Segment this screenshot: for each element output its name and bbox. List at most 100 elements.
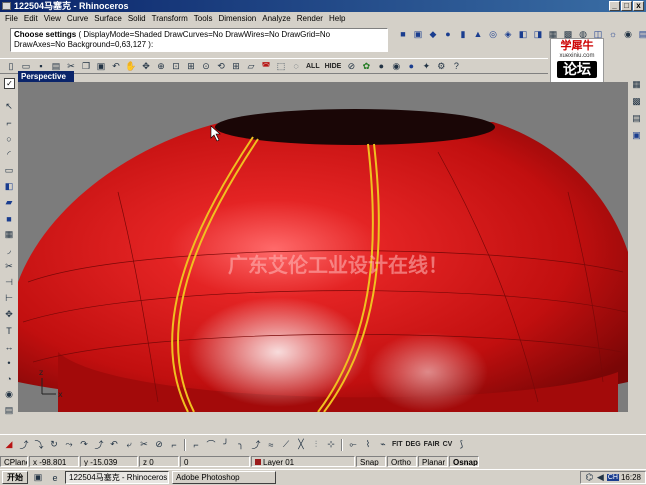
color-wheel-icon[interactable]: ✿ xyxy=(359,60,373,73)
cone-icon[interactable]: ▲ xyxy=(471,28,485,41)
select-icon[interactable]: ⬚ xyxy=(274,60,288,73)
boolean-intersect-icon[interactable]: ◨ xyxy=(531,28,545,41)
text-tool-icon[interactable]: T xyxy=(2,324,16,337)
start-button[interactable]: 开始 xyxy=(2,471,28,484)
curve-tool-10-icon[interactable]: ✂ xyxy=(137,438,151,451)
surface-icon[interactable]: ◧ xyxy=(2,180,16,193)
quicklaunch-ie-icon[interactable]: e xyxy=(48,471,62,484)
rectangle-icon[interactable]: ▭ xyxy=(2,164,16,177)
quicklaunch-desktop-icon[interactable]: ▣ xyxy=(31,471,45,484)
status-layer[interactable]: Layer 01 xyxy=(251,455,355,467)
layer-tool-icon[interactable]: ▤ xyxy=(2,404,16,417)
curve-tool-12-icon[interactable]: ⌐ xyxy=(167,438,181,451)
view-top-icon[interactable]: ▣ xyxy=(630,129,644,142)
cube-view-icon[interactable]: ■ xyxy=(396,28,410,41)
curve-tool-4-icon[interactable]: ↻ xyxy=(47,438,61,451)
split-curve-icon[interactable]: ╳ xyxy=(294,438,308,451)
cplane-icon[interactable]: ▱ xyxy=(244,60,258,73)
deselect-icon[interactable]: ◌ xyxy=(289,60,303,73)
fit-curve-button[interactable]: FIT xyxy=(391,441,404,448)
rebuild-icon[interactable]: ⌁ xyxy=(376,438,390,451)
join-curve-icon[interactable]: ⫶ xyxy=(309,438,323,451)
menu-edit[interactable]: Edit xyxy=(21,12,41,25)
offset-icon[interactable]: ⌒ xyxy=(204,438,218,451)
curve-tool-3-icon[interactable]: ⤵ xyxy=(32,438,46,451)
solid-icon[interactable]: ◆ xyxy=(426,28,440,41)
undo-icon[interactable]: ↶ xyxy=(109,60,123,73)
cylinder-icon[interactable]: ▮ xyxy=(456,28,470,41)
paste-icon[interactable]: ▣ xyxy=(94,60,108,73)
blend-icon[interactable]: ⌐ xyxy=(189,438,203,451)
materials-icon[interactable]: ✦ xyxy=(419,60,433,73)
edit-points-icon[interactable]: ▩ xyxy=(630,95,644,108)
grid-toggle-icon[interactable]: ▤ xyxy=(630,112,644,125)
rhino-app-icon[interactable] xyxy=(2,2,11,10)
taskbar-photoshop[interactable]: Adobe Photoshop xyxy=(172,471,276,484)
curve-tool-8-icon[interactable]: ↶ xyxy=(107,438,121,451)
curve-tool-9-icon[interactable]: ⤶ xyxy=(122,438,136,451)
mesh-tool-icon[interactable]: ▦ xyxy=(2,228,16,241)
point-icon[interactable]: • xyxy=(2,356,16,369)
rotate-view-icon[interactable]: ✥ xyxy=(139,60,153,73)
points-on-icon[interactable]: ▦ xyxy=(630,78,644,91)
zoom-window-icon[interactable]: ⊡ xyxy=(169,60,183,73)
trim-icon[interactable]: ✂ xyxy=(2,260,16,273)
snap-toggle[interactable]: Snap xyxy=(356,455,386,467)
zoom-selected-icon[interactable]: ⊙ xyxy=(199,60,213,73)
zoom-icon[interactable]: ⊕ xyxy=(154,60,168,73)
change-degree-button[interactable]: DEG xyxy=(405,441,422,448)
polyline-icon[interactable]: ⌐ xyxy=(2,116,16,129)
curve-tool-1-icon[interactable]: ◢ xyxy=(2,438,16,451)
panel-icon[interactable]: ▤ xyxy=(636,28,646,41)
curve-tool-5-icon[interactable]: ⤳ xyxy=(62,438,76,451)
fair-button[interactable]: FAIR xyxy=(423,441,441,448)
connect-icon[interactable]: ≈ xyxy=(264,438,278,451)
taskbar-rhinoceros[interactable]: 122504马塞克 - Rhinoceros xyxy=(65,471,169,484)
command-history[interactable]: Choose settings ( DisplayMode=Shaded Dra… xyxy=(10,28,388,52)
ime-indicator[interactable]: CH xyxy=(606,474,619,481)
options-icon[interactable]: ⚙ xyxy=(434,60,448,73)
dimension-icon[interactable]: ↔ xyxy=(2,340,16,353)
torus-icon[interactable]: ◎ xyxy=(486,28,500,41)
car-icon[interactable]: ◚ xyxy=(259,60,273,73)
tray-volume-icon[interactable]: ◀ xyxy=(596,471,605,484)
sphere-icon[interactable]: ● xyxy=(441,28,455,41)
menu-tools[interactable]: Tools xyxy=(191,12,216,25)
boolean-union-icon[interactable]: ◈ xyxy=(501,28,515,41)
lock-icon[interactable]: ⊘ xyxy=(344,60,358,73)
lights-icon[interactable]: ☼ xyxy=(606,28,620,41)
curve-end-icon[interactable]: ⊹ xyxy=(324,438,338,451)
arc-icon[interactable]: ◜ xyxy=(2,148,16,161)
tray-network-icon[interactable]: ⌬ xyxy=(585,471,594,484)
menu-render[interactable]: Render xyxy=(294,12,326,25)
split-icon[interactable]: ⊣ xyxy=(2,276,16,289)
boolean-diff-icon[interactable]: ◧ xyxy=(516,28,530,41)
blue-sphere-icon[interactable]: ● xyxy=(404,60,418,73)
new-file-icon[interactable]: ▯ xyxy=(4,60,18,73)
fillet-icon[interactable]: ◞ xyxy=(2,244,16,257)
minimize-button[interactable]: _ xyxy=(609,1,620,11)
viewport-menu-checkbox[interactable]: ✓ xyxy=(4,78,15,89)
perspective-viewport[interactable]: 广东艾伦工业设计在线！ x z xyxy=(18,82,628,412)
curve-tool-6-icon[interactable]: ↷ xyxy=(77,438,91,451)
shaded-sphere-icon[interactable]: ◉ xyxy=(389,60,403,73)
menu-file[interactable]: File xyxy=(2,12,21,25)
analyze-icon[interactable]: ◔ xyxy=(2,372,16,385)
pan-icon[interactable]: ✋ xyxy=(124,60,138,73)
extend-icon[interactable]: ⤴ xyxy=(249,438,263,451)
menu-help[interactable]: Help xyxy=(326,12,348,25)
four-views-icon[interactable]: ⊞ xyxy=(229,60,243,73)
curvature-icon[interactable]: ⟆ xyxy=(454,438,468,451)
box-icon[interactable]: ▣ xyxy=(411,28,425,41)
curve-tool-11-icon[interactable]: ⊘ xyxy=(152,438,166,451)
select-arrow-icon[interactable]: ↖ xyxy=(2,100,16,113)
undo-view-icon[interactable]: ⟲ xyxy=(214,60,228,73)
menu-curve[interactable]: Curve xyxy=(64,12,91,25)
viewport-title[interactable]: Perspective xyxy=(18,71,74,82)
menu-solid[interactable]: Solid xyxy=(125,12,149,25)
maximize-button[interactable]: □ xyxy=(621,1,632,11)
select-all-button[interactable]: ALL xyxy=(304,63,322,70)
camera-icon[interactable]: ◉ xyxy=(621,28,635,41)
extrude-icon[interactable]: ▰ xyxy=(2,196,16,209)
circle-icon[interactable]: ○ xyxy=(2,132,16,145)
